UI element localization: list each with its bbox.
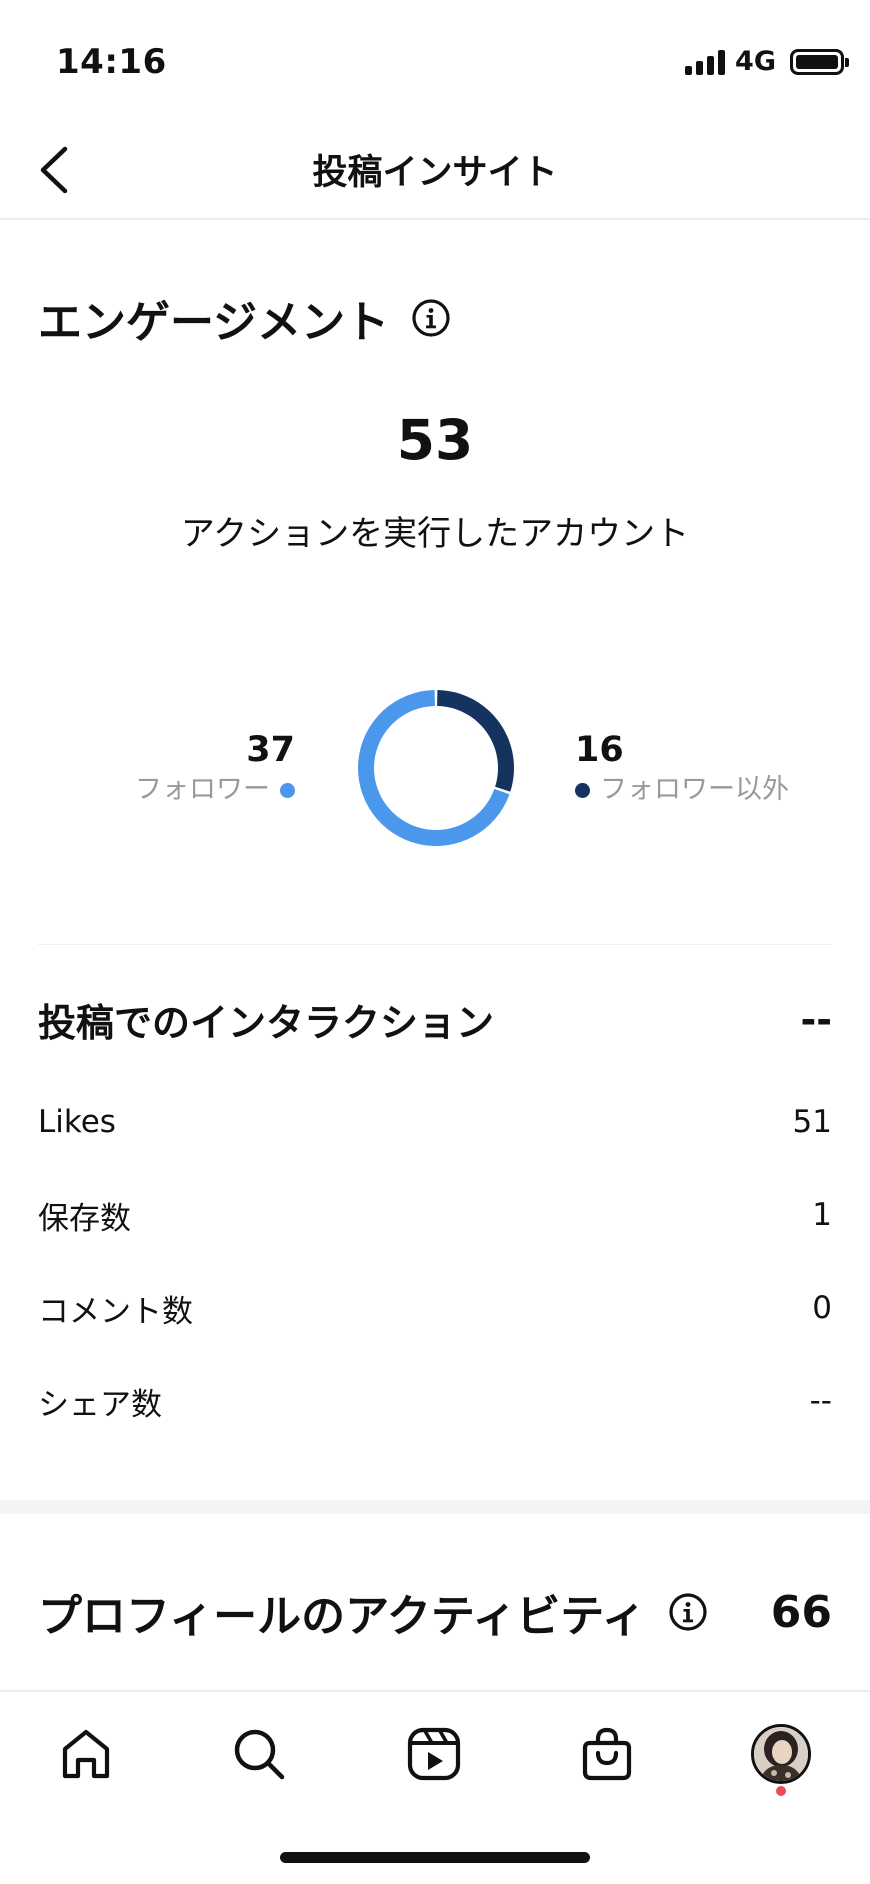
followers-dot — [280, 782, 295, 798]
home-indicator — [280, 1852, 590, 1863]
non-followers-label: フォロワー以外 — [600, 774, 789, 805]
profile-activity-row[interactable]: プロフィールのアクティビティ 66 — [38, 1580, 832, 1644]
metric-label: シェア数 — [38, 1386, 162, 1423]
legend-non-followers: 16 フォロワー以外 — [575, 728, 789, 808]
avatar — [751, 1724, 811, 1784]
home-icon — [62, 1729, 110, 1779]
profile-activity-title: プロフィールのアクティビティ — [38, 1591, 646, 1642]
metric-label: Likes — [38, 1104, 116, 1140]
non-followers-dot — [575, 782, 590, 798]
metric-value: 51 — [792, 1104, 832, 1140]
page-title: 投稿インサイト — [312, 153, 558, 193]
battery-icon — [790, 48, 849, 75]
tab-profile[interactable] — [745, 1718, 817, 1790]
search-icon — [234, 1729, 285, 1780]
screen: 14:16 4G 投稿インサイト エンゲージメント 53 アクションを実行したア… — [0, 0, 870, 1884]
engagement-total: 53 — [396, 408, 474, 472]
followers-value: 37 — [246, 730, 295, 770]
status-bar: 14:16 4G — [0, 0, 870, 120]
metric-value: 0 — [812, 1290, 832, 1326]
non-followers-value: 16 — [575, 730, 624, 770]
metric-row-saves: 保存数 1 — [38, 1190, 832, 1240]
info-icon[interactable] — [411, 298, 451, 338]
metric-label: 保存数 — [38, 1200, 131, 1237]
section-separator — [0, 1500, 870, 1514]
notification-dot — [776, 1786, 786, 1796]
signal-icon — [685, 49, 726, 75]
nav-header: 投稿インサイト — [0, 120, 870, 220]
info-icon[interactable] — [668, 1592, 708, 1632]
shop-icon — [582, 1727, 632, 1781]
network-label: 4G — [735, 46, 776, 77]
interactions-total: -- — [800, 997, 832, 1042]
followers-label: フォロワー — [135, 774, 270, 805]
engagement-caption: アクションを実行したアカウント — [180, 514, 690, 554]
engagement-title: エンゲージメント — [38, 297, 390, 348]
engagement-donut-chart — [348, 680, 524, 856]
profile-activity-value: 66 — [770, 1586, 832, 1638]
profile-activity-title-row: プロフィールのアクティビティ — [38, 1580, 708, 1644]
tab-search[interactable] — [223, 1718, 295, 1790]
status-indicators: 4G — [685, 46, 849, 77]
followers-label-row: フォロワー — [135, 772, 295, 808]
status-time: 14:16 — [56, 42, 167, 82]
metric-row-shares: シェア数 -- — [38, 1376, 832, 1426]
engagement-title-row: エンゲージメント — [38, 286, 451, 350]
reels-icon — [407, 1727, 461, 1781]
donut-slice-non-followers — [437, 690, 514, 792]
metric-row-likes: Likes 51 — [38, 1097, 832, 1147]
interactions-header: 投稿でのインタラクション -- — [38, 992, 832, 1047]
metric-row-comments: コメント数 0 — [38, 1283, 832, 1333]
tab-shop[interactable] — [571, 1718, 643, 1790]
metric-label: コメント数 — [38, 1293, 193, 1330]
interactions-title: 投稿でのインタラクション — [38, 1001, 495, 1045]
divider — [38, 944, 832, 945]
donut-svg — [358, 690, 514, 846]
tab-home[interactable] — [50, 1718, 122, 1790]
metric-value: 1 — [812, 1197, 832, 1233]
non-followers-label-row: フォロワー以外 — [575, 772, 789, 808]
legend-followers: 37 フォロワー — [135, 728, 295, 808]
metric-value: -- — [809, 1383, 832, 1419]
tab-reels[interactable] — [398, 1718, 470, 1790]
